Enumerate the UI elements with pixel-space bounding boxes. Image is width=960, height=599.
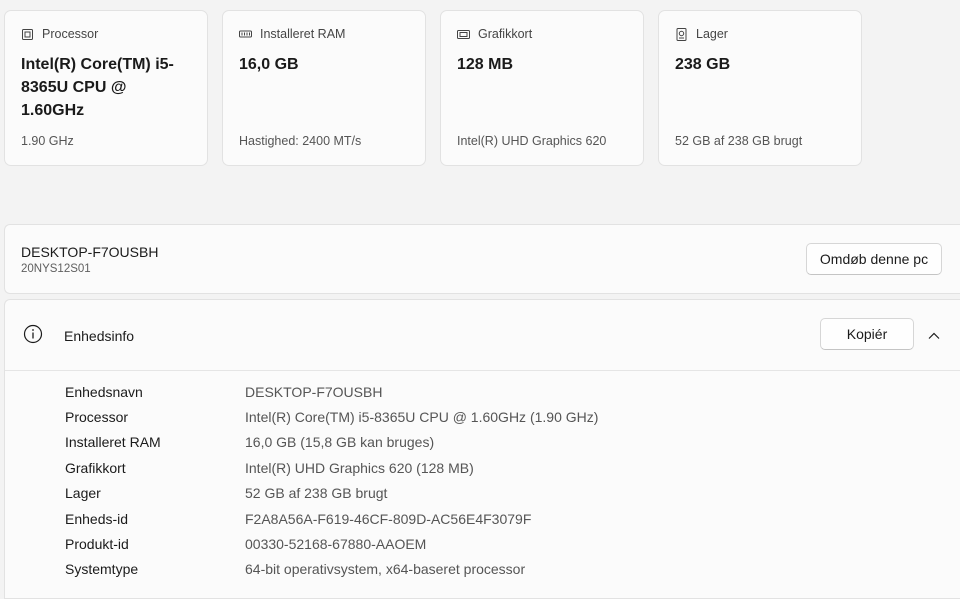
processor-icon: [22, 28, 33, 40]
card-title: Grafikkort: [478, 27, 533, 41]
card-title: Processor: [42, 27, 99, 41]
device-info-list: Enhedsnavn DESKTOP-F7OUSBH Processor Int…: [5, 379, 960, 582]
spec-row-product-id: Produkt-id 00330-52168-67880-AAOEM: [5, 531, 960, 556]
spec-label: Processor: [65, 409, 129, 426]
spec-value: 16,0 GB (15,8 GB kan bruges): [245, 434, 435, 451]
device-info-panel: Enhedsinfo Kopiér Enhedsnavn DESKTOP-F7O…: [4, 299, 960, 599]
spec-value: DESKTOP-F7OUSBH: [245, 383, 383, 400]
card-subtext: Hastighed: 2400 MT/s: [239, 134, 362, 148]
ram-icon: [239, 30, 252, 37]
spec-label: Lager: [65, 485, 101, 502]
pc-model: 20NYS12S01: [21, 263, 91, 275]
spec-label: Installeret RAM: [65, 434, 161, 451]
spec-row-processor: Processor Intel(R) Core(TM) i5-8365U CPU…: [5, 404, 960, 429]
spec-value: Intel(R) UHD Graphics 620 (128 MB): [245, 459, 474, 476]
spec-row-system-type: Systemtype 64-bit operativsystem, x64-ba…: [5, 557, 960, 582]
card-storage: Lager 238 GB 52 GB af 238 GB brugt: [658, 10, 862, 166]
card-processor: Processor Intel(R) Core(TM) i5-8365U CPU…: [4, 10, 208, 166]
card-title: Lager: [696, 27, 728, 41]
card-subtext: 52 GB af 238 GB brugt: [675, 134, 803, 148]
card-value: 238 GB: [675, 56, 731, 73]
spec-row-device-name: Enhedsnavn DESKTOP-F7OUSBH: [5, 379, 960, 404]
spec-label: Enheds-id: [65, 510, 129, 527]
card-ram: Installeret RAM 16,0 GB Hastighed: 2400 …: [222, 10, 426, 166]
spec-label: Grafikkort: [65, 459, 126, 476]
card-value: 128 MB: [457, 56, 514, 73]
spec-value: 00330-52168-67880-AAOEM: [245, 536, 427, 553]
spec-label: Systemtype: [65, 561, 139, 578]
spec-value: Intel(R) Core(TM) i5-8365U CPU @ 1.60GHz…: [245, 409, 599, 426]
device-info-header[interactable]: Enhedsinfo Kopiér: [5, 300, 960, 371]
spec-row-ram: Installeret RAM 16,0 GB (15,8 GB kan bru…: [5, 430, 960, 455]
card-title: Installeret RAM: [260, 27, 346, 41]
pc-name: DESKTOP-F7OUSBH: [21, 244, 159, 260]
device-info-title: Enhedsinfo: [64, 328, 135, 344]
spec-row-storage: Lager 52 GB af 238 GB brugt: [5, 481, 960, 506]
spec-row-device-id: Enheds-id F2A8A56A-F619-46CF-809D-AC56E4…: [5, 506, 960, 531]
spec-row-graphics: Grafikkort Intel(R) UHD Graphics 620 (12…: [5, 455, 960, 480]
graphics-card-icon: [457, 29, 470, 39]
rename-pc-button[interactable]: Omdøb denne pc: [806, 243, 942, 275]
pc-name-panel: DESKTOP-F7OUSBH 20NYS12S01 Omdøb denne p…: [4, 224, 960, 294]
spec-value: F2A8A56A-F619-46CF-809D-AC56E4F3079F: [245, 510, 532, 527]
info-icon: [23, 324, 43, 344]
card-value: Intel(R) Core(TM) i5-8365U CPU @ 1.60GHz: [21, 56, 174, 119]
card-graphics: Grafikkort 128 MB Intel(R) UHD Graphics …: [440, 10, 644, 166]
spec-value: 52 GB af 238 GB brugt: [245, 485, 388, 502]
spec-label: Produkt-id: [65, 536, 129, 553]
spec-label: Enhedsnavn: [65, 383, 143, 400]
card-value: 16,0 GB: [239, 56, 299, 73]
spec-value: 64-bit operativsystem, x64-baseret proce…: [245, 561, 526, 578]
copy-button[interactable]: Kopiér: [820, 318, 914, 350]
chevron-up-icon[interactable]: [926, 328, 942, 344]
storage-icon: [676, 27, 687, 41]
card-subtext: 1.90 GHz: [21, 134, 74, 148]
card-subtext: Intel(R) UHD Graphics 620: [457, 134, 607, 148]
